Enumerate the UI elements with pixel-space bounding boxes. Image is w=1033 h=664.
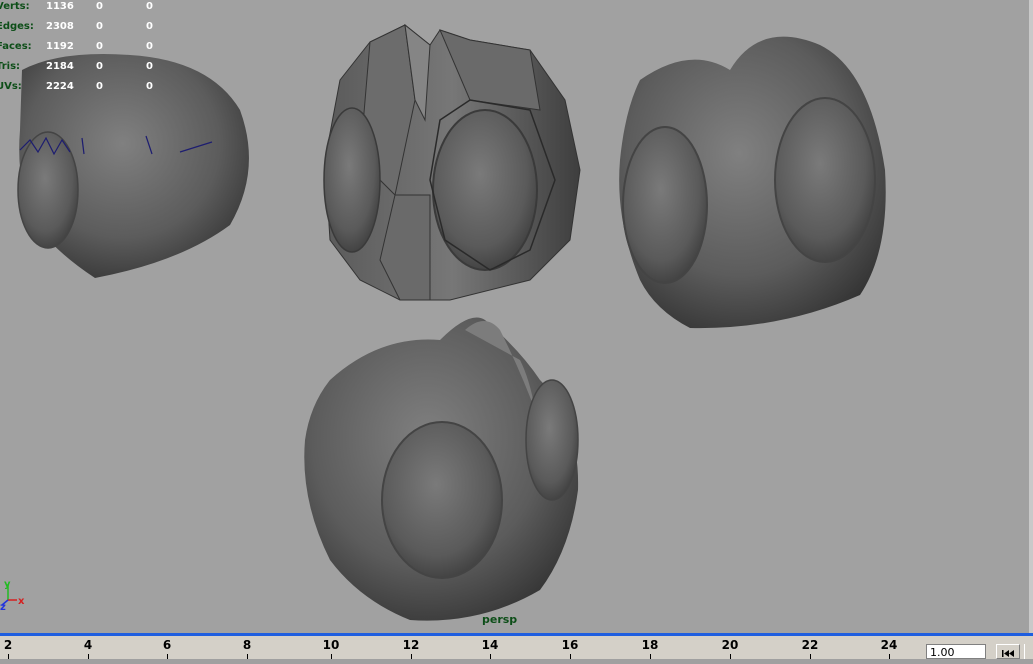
helmet-mesh-smooth-bottom[interactable] <box>304 317 579 621</box>
view-axis-indicator-icon: y x z <box>0 579 25 612</box>
goto-start-icon <box>1002 650 1014 657</box>
current-time-field[interactable]: 1.00 <box>926 644 986 659</box>
time-tick-label: 20 <box>721 638 739 652</box>
hud-value: 1192 <box>46 41 74 52</box>
time-slider[interactable]: 2 4 6 8 10 12 14 16 18 20 22 24 <box>0 636 920 659</box>
time-tick-mark <box>411 654 412 659</box>
goto-start-button[interactable] <box>996 644 1020 659</box>
hud-label: Tris: <box>0 61 21 72</box>
helmet-mesh-lowpoly[interactable] <box>323 23 581 301</box>
time-tick-label: 12 <box>402 638 420 652</box>
hud-value: 0 <box>96 21 103 32</box>
time-tick-mark <box>247 654 248 659</box>
hud-value: 2184 <box>46 61 74 72</box>
hud-value: 0 <box>146 21 153 32</box>
time-tick-label: 16 <box>561 638 579 652</box>
time-tick-label: 10 <box>322 638 340 652</box>
time-tick-mark <box>810 654 811 659</box>
hud-value: 1136 <box>46 1 74 12</box>
time-tick-label: 2 <box>3 638 13 652</box>
hud-value: 2308 <box>46 21 74 32</box>
time-tick-label: 18 <box>641 638 659 652</box>
time-tick-mark <box>650 654 651 659</box>
time-tick-label: 8 <box>242 638 252 652</box>
hud-value: 0 <box>146 61 153 72</box>
axis-x-label: x <box>18 596 25 607</box>
time-tick-mark <box>570 654 571 659</box>
time-tick-mark <box>167 654 168 659</box>
hud-value: 2224 <box>46 81 74 92</box>
hud-label: UVs: <box>0 81 22 92</box>
time-tick-label: 6 <box>162 638 172 652</box>
time-tick-mark <box>730 654 731 659</box>
helmet-mesh-smooth-right[interactable] <box>619 36 886 329</box>
time-tick-label: 14 <box>481 638 499 652</box>
perspective-viewport[interactable]: Verts: 1136 0 0 Edges: 2308 0 0 Faces: 1… <box>0 0 1033 633</box>
hud-value: 0 <box>146 1 153 12</box>
camera-name-label: persp <box>482 613 518 626</box>
hud-label: Verts: <box>0 1 30 12</box>
time-tick-mark <box>889 654 890 659</box>
hud-label: Faces: <box>0 41 32 52</box>
time-tick-label: 22 <box>801 638 819 652</box>
scene-view <box>17 23 886 621</box>
hud-value: 0 <box>96 1 103 12</box>
hud-label: Edges: <box>0 21 34 32</box>
time-tick-mark <box>331 654 332 659</box>
playback-button-partial[interactable] <box>1024 644 1033 659</box>
hud-value: 0 <box>96 61 103 72</box>
axis-z-label: z <box>0 602 6 612</box>
time-tick-mark <box>88 654 89 659</box>
hud-value: 0 <box>96 81 103 92</box>
playback-controls: 1.00 <box>920 636 1033 659</box>
viewport-border <box>1029 0 1033 633</box>
time-tick-label: 24 <box>880 638 898 652</box>
hud-value: 0 <box>146 81 153 92</box>
axis-y-label: y <box>4 579 11 590</box>
time-tick-label: 4 <box>83 638 93 652</box>
hud-value: 0 <box>96 41 103 52</box>
hud-value: 0 <box>146 41 153 52</box>
time-tick-mark <box>490 654 491 659</box>
time-tick-mark <box>8 654 9 659</box>
